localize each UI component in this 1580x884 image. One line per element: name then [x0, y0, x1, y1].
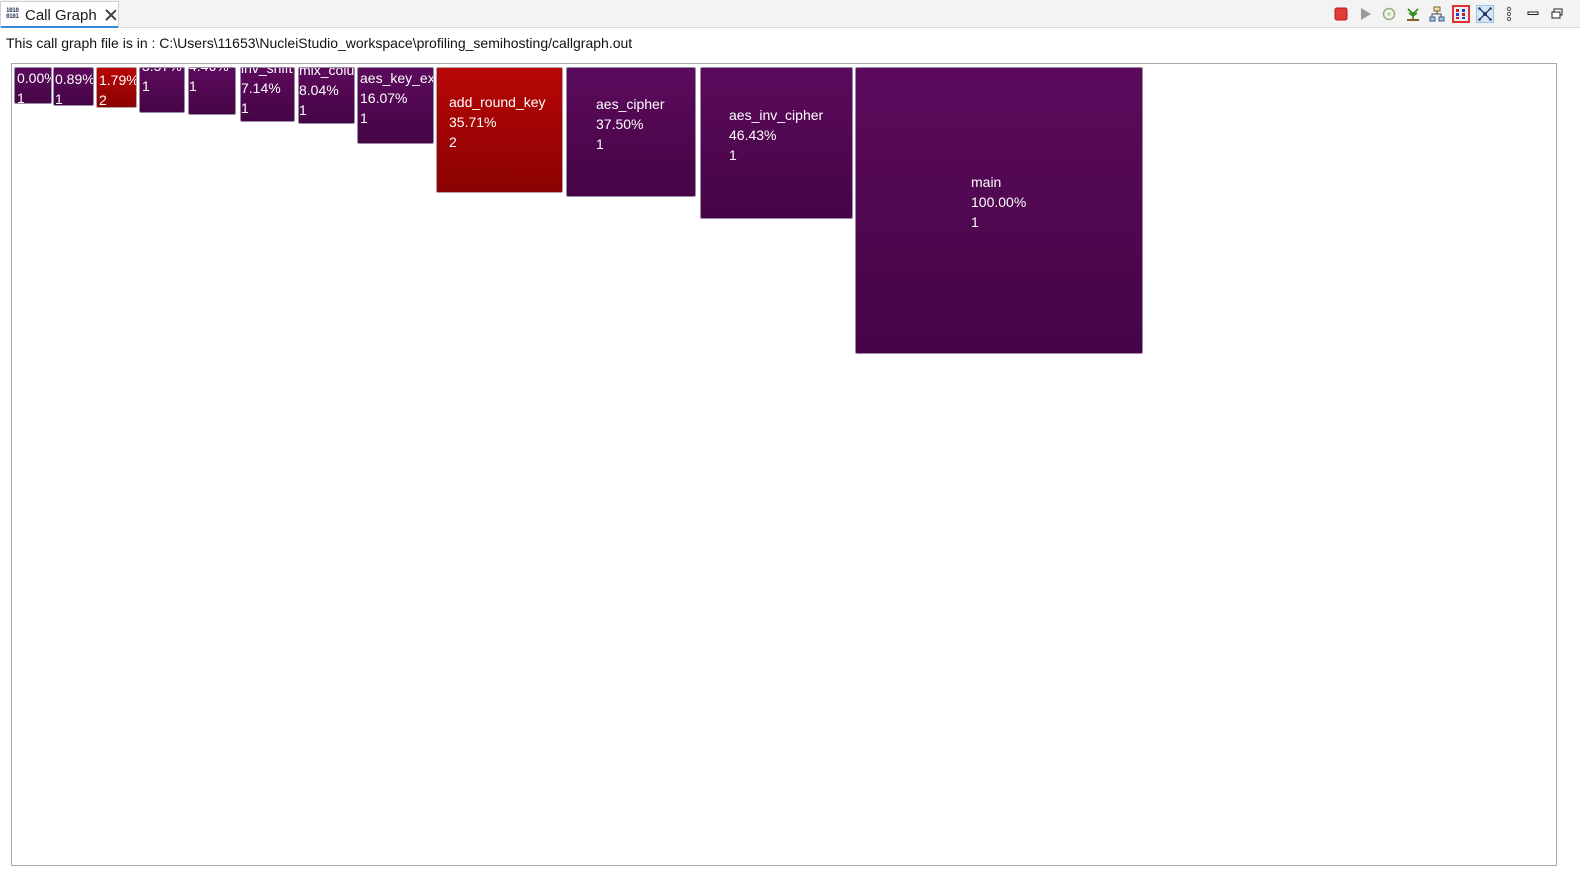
call-graph-node[interactable]: 0.89% 1 — [53, 67, 94, 106]
call-graph-node[interactable]: inv_shift 7.14% 1 — [240, 67, 295, 122]
node-label: main 100.00% 1 — [971, 172, 1026, 232]
node-percent: 3.57% — [142, 68, 182, 76]
node-call-count: 1 — [360, 110, 368, 126]
node-label: 4.46% 1 — [189, 68, 229, 96]
stop-icon[interactable] — [1332, 5, 1350, 23]
call-graph-node[interactable]: 3.57% 1 — [139, 67, 185, 113]
node-call-count: 1 — [729, 147, 737, 163]
node-label: 0.00% 1 — [17, 68, 51, 104]
node-percent: 100.00% — [971, 194, 1027, 210]
node-label: 1.79% 2 — [99, 70, 137, 108]
node-call-count: 1 — [17, 90, 25, 104]
call-graph-node[interactable]: aes_inv_cipher 46.43% 1 — [700, 67, 853, 219]
call-graph-node[interactable]: 0.00% 1 — [14, 67, 52, 104]
node-label: mix_colu 8.04% 1 — [299, 67, 355, 120]
node-function-name: aes_cipher — [596, 96, 665, 112]
call-graph-node[interactable]: add_round_key 35.71% 2 — [436, 67, 563, 193]
call-graph-canvas[interactable]: 0.00% 1 0.89% 1 1.79% 2 3.57% 1 4.46% 1 inv_shift 7… — [11, 63, 1557, 866]
tab-label: Call Graph — [25, 6, 97, 24]
node-function-name: aes_key_exp — [360, 70, 433, 86]
call-graph-node[interactable]: aes_cipher 37.50% 1 — [566, 67, 696, 197]
call-graph-node[interactable]: main 100.00% 1 — [855, 67, 1143, 354]
node-call-count: 1 — [971, 214, 979, 230]
node-label: inv_shift 7.14% 1 — [241, 67, 293, 118]
call-graph-icon: 1010 0101 — [6, 7, 19, 20]
node-function-name: add_round_key — [449, 94, 546, 110]
view-toolbar — [1332, 4, 1566, 24]
node-label: aes_cipher 37.50% 1 — [596, 94, 665, 154]
node-label: 0.89% 1 — [55, 69, 94, 106]
call-graph-node[interactable]: mix_colu 8.04% 1 — [298, 67, 355, 124]
node-call-count: 1 — [241, 100, 249, 116]
node-call-count: 1 — [299, 102, 307, 118]
callgraph-file-path: This call graph file is in : C:\Users\11… — [6, 35, 633, 51]
node-percent: 1.79% — [99, 72, 137, 88]
node-function-name: inv_shift — [241, 67, 293, 76]
node-percent: 4.46% — [189, 68, 229, 76]
tree-view-icon[interactable] — [1404, 5, 1422, 23]
call-graph-node[interactable]: 1.79% 2 — [96, 67, 137, 108]
maximize-icon[interactable] — [1548, 5, 1566, 23]
node-percent: 16.07% — [360, 90, 408, 106]
node-call-count: 2 — [99, 92, 107, 108]
close-icon[interactable] — [105, 9, 117, 21]
call-graph-view: 1010 0101 Call Graph This call graph fil… — [0, 0, 1580, 884]
node-function-name: aes_inv_cipher — [729, 107, 824, 123]
view-tab-bar: 1010 0101 Call Graph — [0, 0, 1580, 28]
aggregate-view-icon[interactable] — [1452, 5, 1470, 23]
node-function-name: mix_colu — [299, 67, 355, 78]
node-percent: 35.71% — [449, 114, 497, 130]
node-label: 3.57% 1 — [142, 68, 182, 96]
play-icon[interactable] — [1356, 5, 1374, 23]
minimize-icon[interactable] — [1524, 5, 1542, 23]
node-call-count: 1 — [189, 78, 197, 94]
node-call-count: 1 — [142, 78, 150, 94]
node-label: add_round_key 35.71% 2 — [449, 92, 546, 152]
node-call-count: 1 — [55, 91, 63, 106]
view-menu-icon[interactable] — [1500, 5, 1518, 23]
node-percent: 0.00% — [17, 70, 51, 86]
node-call-count: 2 — [449, 134, 457, 150]
call-graph-node[interactable]: 4.46% 1 — [188, 67, 236, 115]
node-label: aes_inv_cipher 46.43% 1 — [729, 105, 823, 165]
refresh-icon[interactable] — [1380, 5, 1398, 23]
node-call-count: 1 — [596, 136, 604, 152]
tab-call-graph[interactable]: 1010 0101 Call Graph — [0, 1, 119, 28]
radial-view-icon[interactable] — [1476, 5, 1494, 23]
node-function-name: main — [971, 174, 1002, 190]
call-graph-node[interactable]: aes_key_exp 16.07% 1 — [357, 67, 434, 144]
node-percent: 8.04% — [299, 82, 339, 98]
node-percent: 0.89% — [55, 71, 94, 87]
node-percent: 37.50% — [596, 116, 644, 132]
node-percent: 7.14% — [241, 80, 281, 96]
node-label: aes_key_exp 16.07% 1 — [360, 68, 433, 128]
level-view-icon[interactable] — [1428, 5, 1446, 23]
node-percent: 46.43% — [729, 127, 777, 143]
